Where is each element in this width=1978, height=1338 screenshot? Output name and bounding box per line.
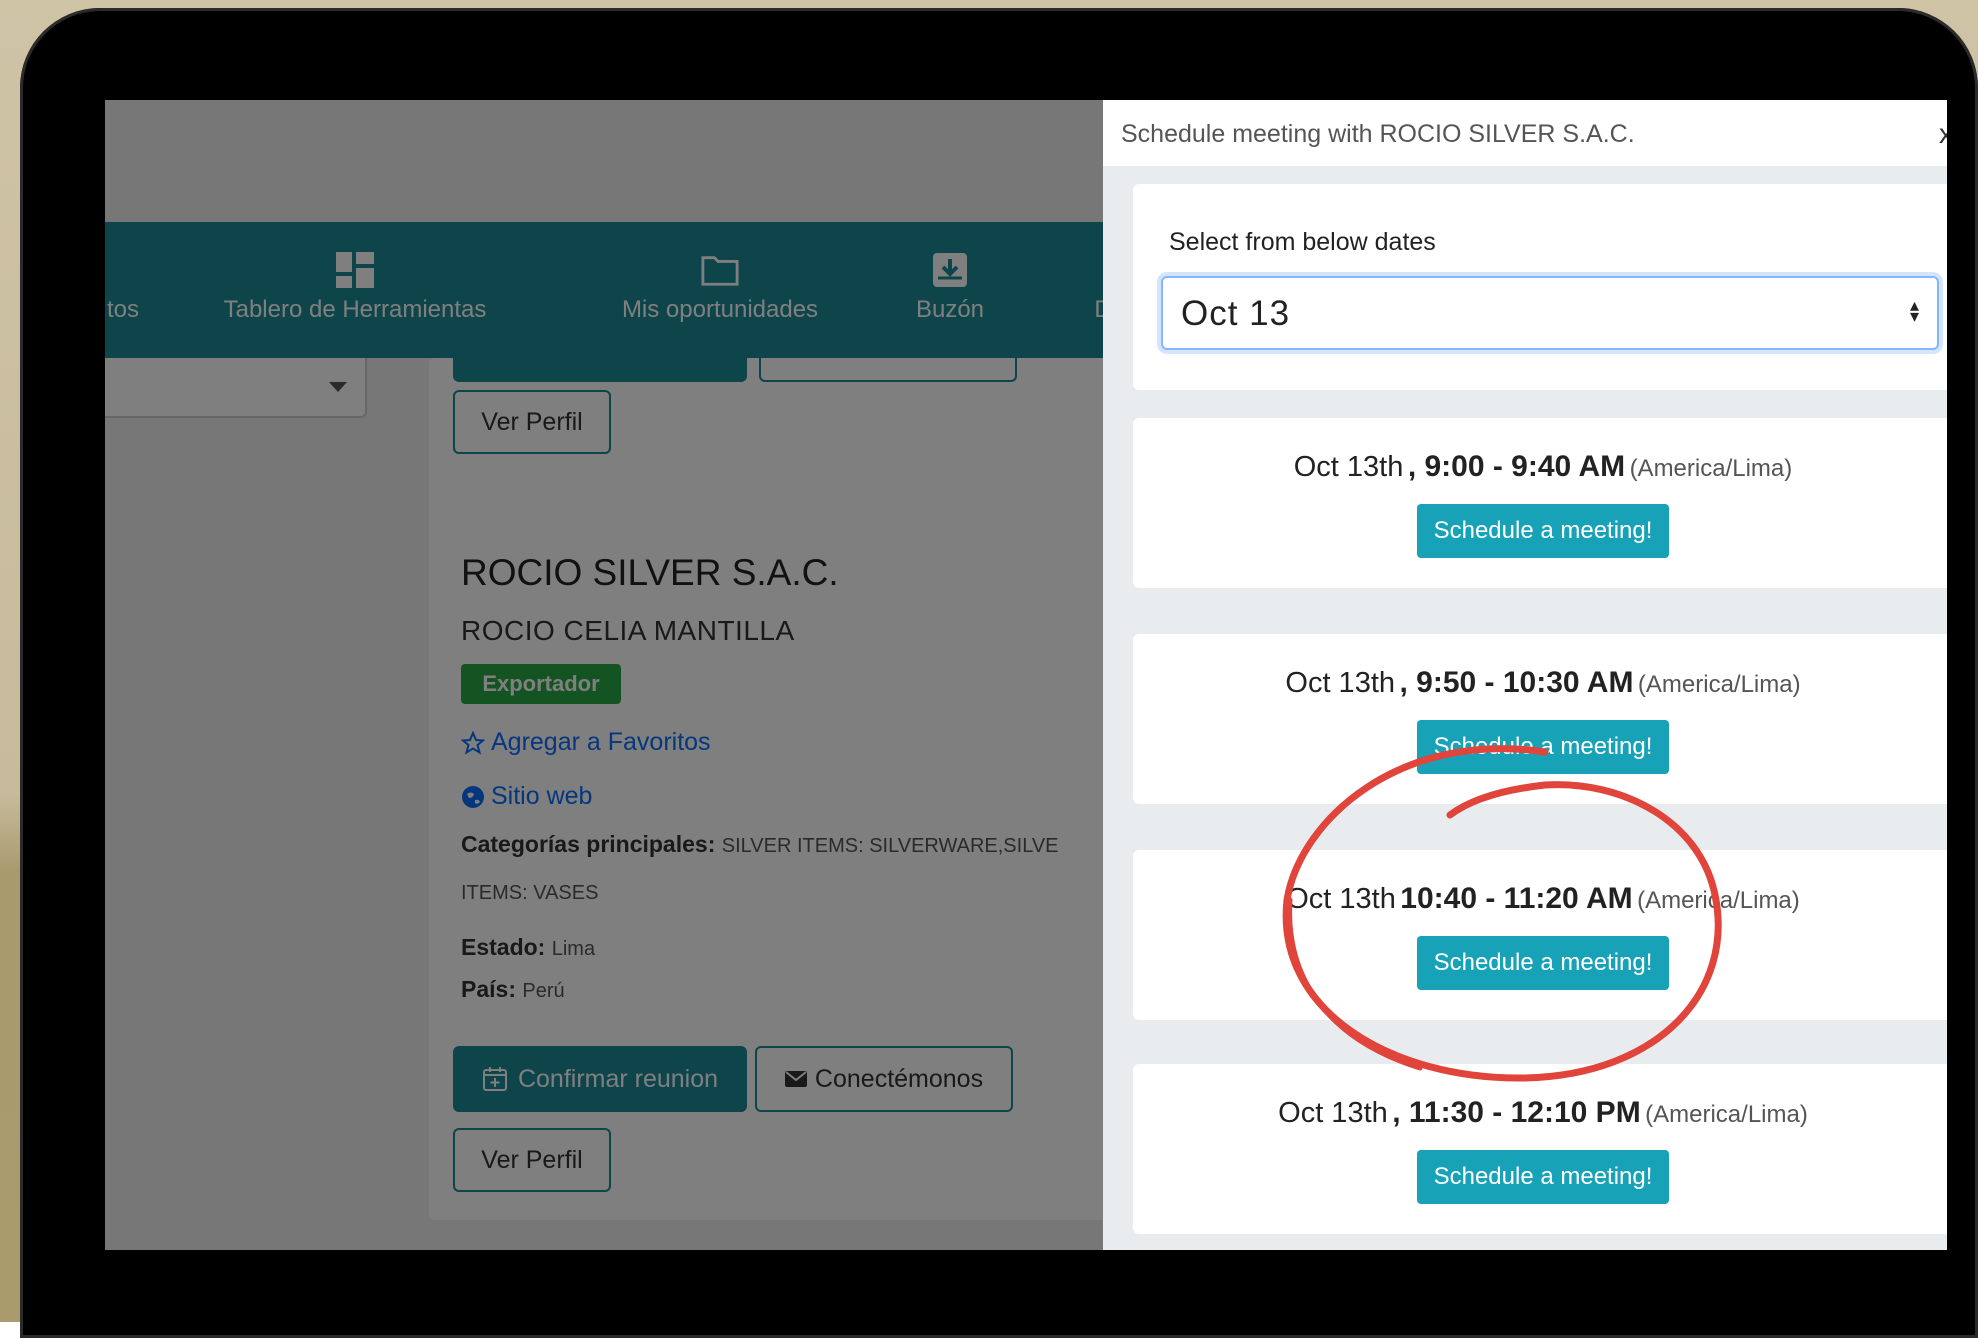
schedule-meeting-button[interactable]: Schedule a meeting! — [1417, 504, 1669, 558]
slot-time: 10:40 - 11:20 AM — [1400, 882, 1633, 915]
close-icon[interactable]: x — [1939, 118, 1947, 150]
panel-header: Schedule meeting with ROCIO SILVER S.A.C… — [1103, 100, 1947, 166]
modal-backdrop[interactable] — [105, 100, 1105, 1250]
slot-info: Oct 13th , 11:30 - 12:10 PM (America/Lim… — [1133, 1096, 1947, 1130]
slot-time: , 9:50 - 10:30 AM — [1399, 666, 1634, 699]
tablet-frame: tos Tablero de Herramientas Mis opo — [20, 8, 1978, 1338]
slot-time: , 9:00 - 9:40 AM — [1407, 450, 1626, 483]
slot-info: Oct 13th , 9:50 - 10:30 AM (America/Lima… — [1133, 666, 1947, 700]
slot-timezone: (America/Lima) — [1645, 1101, 1808, 1128]
date-select-label: Select from below dates — [1169, 228, 1436, 256]
slot-time: , 11:30 - 12:10 PM — [1392, 1096, 1641, 1129]
profile-list-page: tos Tablero de Herramientas Mis opo — [105, 100, 1105, 1250]
schedule-meeting-button[interactable]: Schedule a meeting! — [1417, 1150, 1669, 1204]
schedule-meeting-button[interactable]: Schedule a meeting! — [1417, 720, 1669, 774]
panel-title: Schedule meeting with ROCIO SILVER S.A.C… — [1121, 120, 1635, 148]
date-picker-card: Select from below dates Oct 13 ▴ ▾ — [1133, 184, 1947, 390]
time-slot-card: Oct 13th , 11:30 - 12:10 PM (America/Lim… — [1133, 1064, 1947, 1234]
slot-date: Oct 13th — [1286, 883, 1396, 915]
slot-timezone: (America/Lima) — [1637, 887, 1800, 914]
slot-date: Oct 13th — [1293, 451, 1404, 483]
select-caret-icon: ▴ ▾ — [1909, 295, 1919, 326]
slot-info: Oct 13th , 9:00 - 9:40 AM (America/Lima) — [1133, 450, 1947, 484]
slot-timezone: (America/Lima) — [1629, 455, 1793, 482]
time-slot-card-highlighted: Oct 13th 10:40 - 11:20 AM (America/Lima)… — [1133, 850, 1947, 1020]
slot-info: Oct 13th 10:40 - 11:20 AM (America/Lima) — [1133, 882, 1947, 916]
schedule-meeting-button[interactable]: Schedule a meeting! — [1417, 936, 1669, 990]
slot-date: Oct 13th — [1278, 1097, 1388, 1129]
time-slot-card: Oct 13th , 9:00 - 9:40 AM (America/Lima)… — [1133, 418, 1947, 588]
slot-timezone: (America/Lima) — [1637, 671, 1801, 698]
slot-date: Oct 13th — [1285, 667, 1396, 699]
time-slot-card: Oct 13th , 9:50 - 10:30 AM (America/Lima… — [1133, 634, 1947, 804]
screen: tos Tablero de Herramientas Mis opo — [105, 100, 1947, 1250]
date-select-value: Oct 13 — [1181, 294, 1291, 333]
schedule-meeting-panel: Schedule meeting with ROCIO SILVER S.A.C… — [1103, 100, 1947, 1250]
date-select[interactable]: Oct 13 ▴ ▾ — [1161, 276, 1939, 350]
